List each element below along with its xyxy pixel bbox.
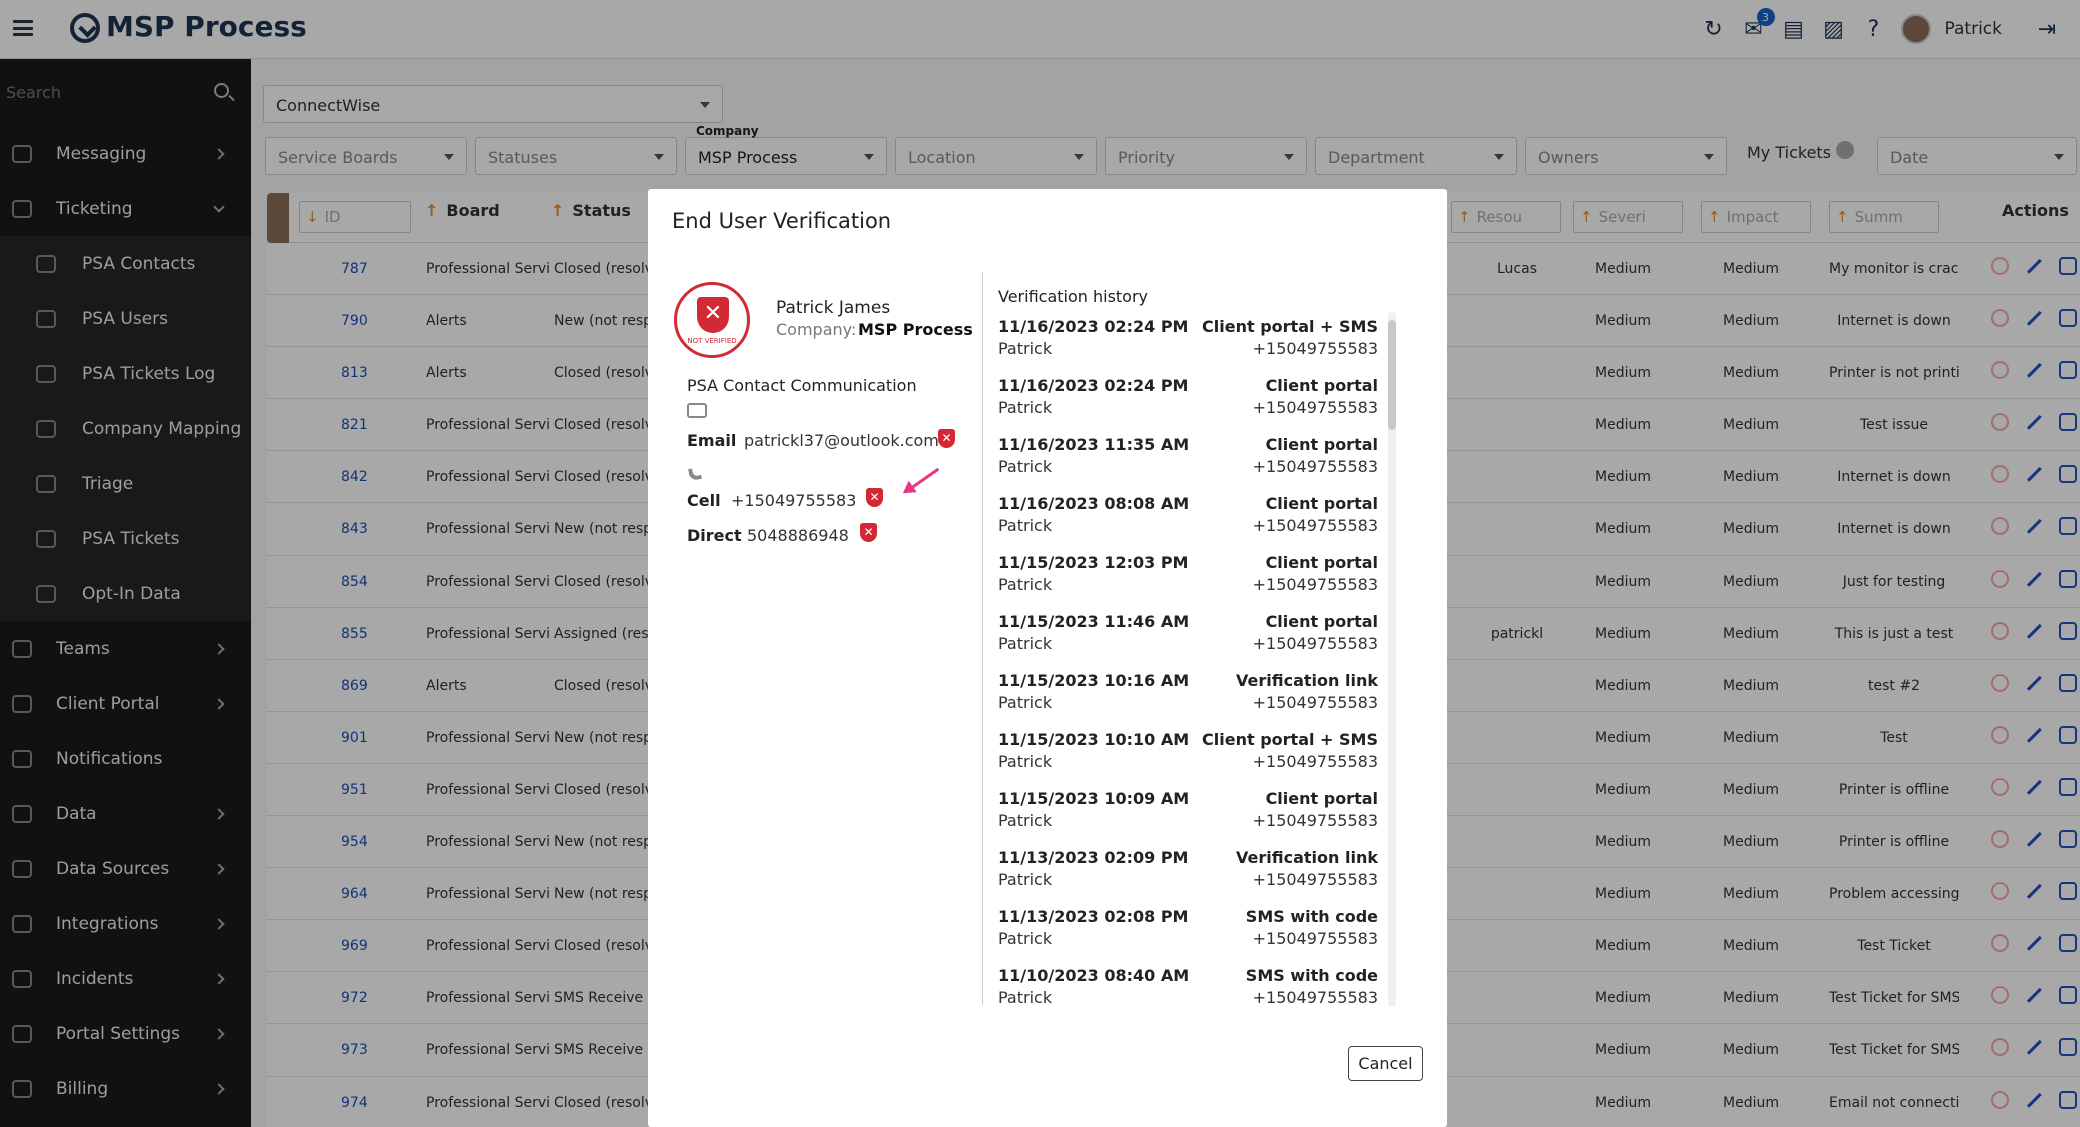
history-user: Patrick — [998, 339, 1053, 358]
cancel-button[interactable]: Cancel — [1348, 1046, 1423, 1081]
history-item: 11/16/2023 11:35 AM Patrick Client portal +… — [998, 427, 1378, 486]
history-date: 11/15/2023 10:10 AM — [998, 730, 1190, 749]
phone-icon — [688, 467, 702, 481]
history-date: 11/15/2023 10:09 AM — [998, 789, 1190, 808]
badge-text: NOT VERIFIED — [687, 337, 737, 345]
history-user: Patrick — [998, 575, 1053, 594]
history-method: Client portal + SMS — [1202, 730, 1378, 749]
history-item: 11/16/2023 08:08 AM Patrick Client portal +… — [998, 486, 1378, 545]
email-label: Email — [687, 431, 737, 450]
history-date: 11/15/2023 12:03 PM — [998, 553, 1189, 572]
history-item: 11/16/2023 02:24 PM Patrick Client portal +… — [998, 368, 1378, 427]
history-user: Patrick — [998, 929, 1053, 948]
verification-history-list[interactable]: 11/16/2023 02:24 PM Patrick Client portal … — [998, 309, 1378, 1005]
history-scrollbar[interactable] — [1388, 312, 1396, 1007]
history-user: Patrick — [998, 634, 1053, 653]
cell-label: Cell — [687, 491, 721, 510]
history-date: 11/15/2023 11:46 AM — [998, 612, 1190, 631]
history-method: Client portal — [1265, 612, 1378, 631]
history-item: 11/13/2023 02:08 PM Patrick SMS with code +… — [998, 899, 1378, 958]
history-method: Verification link — [1236, 671, 1378, 690]
scrollbar-thumb[interactable] — [1388, 320, 1396, 430]
direct-value: 5048886948 — [747, 526, 849, 545]
history-method: Client portal — [1265, 435, 1378, 454]
shield-x-icon[interactable]: ✕ — [860, 523, 877, 542]
history-phone: +15049755583 — [1252, 870, 1378, 889]
history-user: Patrick — [998, 457, 1053, 476]
contact-name: Patrick James — [776, 298, 891, 318]
history-phone: +15049755583 — [1252, 929, 1378, 948]
history-date: 11/15/2023 10:16 AM — [998, 671, 1190, 690]
history-method: Client portal — [1265, 553, 1378, 572]
modal-title: End User Verification — [672, 209, 892, 233]
history-phone: +15049755583 — [1252, 575, 1378, 594]
history-item: 11/15/2023 12:03 PM Patrick Client portal +… — [998, 545, 1378, 604]
history-user: Patrick — [998, 752, 1053, 771]
history-phone: +15049755583 — [1252, 752, 1378, 771]
history-item: 11/15/2023 10:16 AM Patrick Verification l… — [998, 663, 1378, 722]
history-phone: +15049755583 — [1252, 988, 1378, 1005]
history-item: 11/10/2023 08:40 AM Patrick SMS with code +… — [998, 958, 1378, 1005]
envelope-icon — [687, 403, 707, 418]
history-method: Client portal — [1265, 494, 1378, 513]
history-method: Client portal — [1265, 789, 1378, 808]
history-user: Patrick — [998, 811, 1053, 830]
history-date: 11/16/2023 11:35 AM — [998, 435, 1190, 454]
history-user: Patrick — [998, 988, 1053, 1005]
history-date: 11/13/2023 02:08 PM — [998, 907, 1189, 926]
history-user: Patrick — [998, 870, 1053, 889]
history-item: 11/15/2023 10:09 AM Patrick Client portal +… — [998, 781, 1378, 840]
history-user: Patrick — [998, 516, 1053, 535]
history-item: 11/15/2023 10:10 AM Patrick Client portal … — [998, 722, 1378, 781]
history-date: 11/10/2023 08:40 AM — [998, 966, 1190, 985]
cell-value: +15049755583 — [731, 491, 857, 510]
history-user: Patrick — [998, 693, 1053, 712]
company-label: Company: — [776, 320, 857, 339]
history-date: 11/16/2023 02:24 PM — [998, 376, 1189, 395]
company-name: MSP Process — [858, 320, 973, 339]
history-phone: +15049755583 — [1252, 516, 1378, 535]
history-phone: +15049755583 — [1252, 693, 1378, 712]
history-method: SMS with code — [1245, 966, 1378, 985]
history-item: 11/16/2023 02:24 PM Patrick Client portal … — [998, 309, 1378, 368]
end-user-verification-modal: End User Verification ✕ NOT VERIFIED Pat… — [648, 189, 1447, 1127]
shield-x-icon[interactable]: ✕ — [866, 488, 883, 507]
history-date: 11/13/2023 02:09 PM — [998, 848, 1189, 867]
history-method: Client portal — [1265, 376, 1378, 395]
history-date: 11/16/2023 08:08 AM — [998, 494, 1190, 513]
history-item: 11/15/2023 11:46 AM Patrick Client portal +… — [998, 604, 1378, 663]
history-phone: +15049755583 — [1252, 457, 1378, 476]
history-phone: +15049755583 — [1252, 634, 1378, 653]
email-value: patrickl37@outlook.com — [744, 431, 939, 450]
history-phone: +15049755583 — [1252, 398, 1378, 417]
history-phone: +15049755583 — [1252, 811, 1378, 830]
history-title: Verification history — [998, 287, 1149, 306]
history-phone: +15049755583 — [1252, 339, 1378, 358]
not-verified-badge: ✕ NOT VERIFIED — [674, 282, 750, 358]
history-method: Verification link — [1236, 848, 1378, 867]
comm-title: PSA Contact Communication — [687, 376, 917, 395]
shield-x-icon[interactable]: ✕ — [938, 429, 955, 448]
shield-x-icon: ✕ — [697, 297, 729, 333]
history-user: Patrick — [998, 398, 1053, 417]
history-date: 11/16/2023 02:24 PM — [998, 317, 1189, 336]
pointer-arrow-icon — [904, 467, 940, 494]
history-method: Client portal + SMS — [1202, 317, 1378, 336]
history-item: 11/13/2023 02:09 PM Patrick Verification l… — [998, 840, 1378, 899]
divider — [982, 272, 983, 1005]
history-method: SMS with code — [1245, 907, 1378, 926]
direct-label: Direct — [687, 526, 742, 545]
